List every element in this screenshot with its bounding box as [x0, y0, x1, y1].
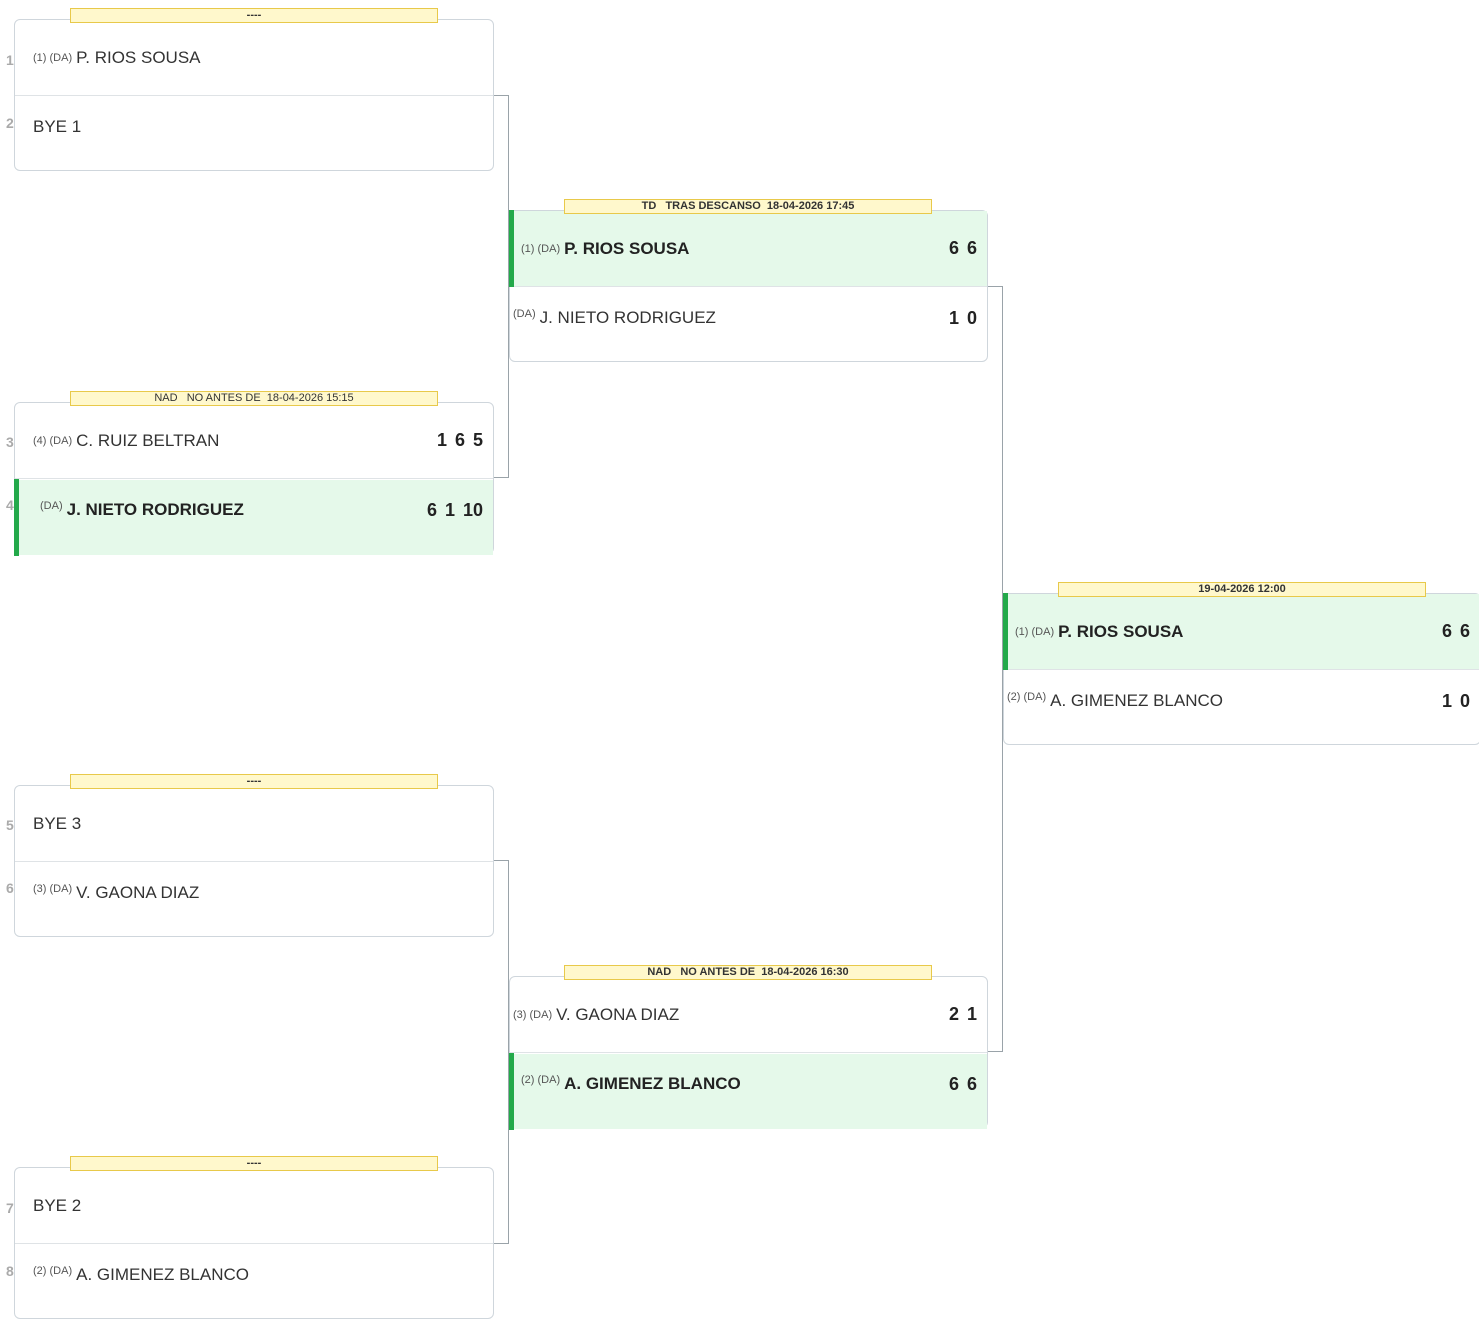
match-r1-m1[interactable]: (1) (DA) P. RIOS SOUSA BYE 1	[14, 19, 494, 171]
match-r2-m2[interactable]: (3) (DA) V. GAONA DIAZ 21 (2) (DA) A. GI…	[509, 976, 988, 1130]
score: 66	[941, 238, 977, 259]
set-score: 10	[462, 500, 483, 520]
player-seed: (3) (DA)	[33, 883, 73, 895]
match-r2-m1[interactable]: (1) (DA) P. RIOS SOUSA 66 (DA) J. NIETO …	[509, 210, 988, 362]
match-schedule-label: ----	[70, 774, 438, 789]
score: 66	[941, 1074, 977, 1095]
draw-position-8: 8	[6, 1263, 14, 1279]
player-name: J. NIETO RODRIGUEZ	[66, 500, 244, 519]
player-seed: (1) (DA)	[1015, 625, 1055, 638]
set-score: 6	[948, 1074, 959, 1094]
player-row[interactable]: BYE 3	[15, 786, 493, 862]
score: 10	[1434, 691, 1470, 712]
match-schedule-label: TD TRAS DESCANSO 18-04-2026 17:45	[564, 199, 932, 214]
set-score: 1	[948, 308, 959, 328]
score: 165	[429, 430, 483, 451]
set-score: 6	[1441, 621, 1452, 641]
player-name: V. GAONA DIAZ	[76, 883, 200, 902]
set-score: 2	[948, 1004, 959, 1024]
match-schedule-label: 19-04-2026 12:00	[1058, 582, 1426, 597]
player-seed: (4) (DA)	[33, 434, 73, 447]
score: 10	[941, 308, 977, 329]
player-row[interactable]: (1) (DA) P. RIOS SOUSA	[15, 20, 493, 96]
player-seed: (DA)	[513, 308, 536, 320]
set-score: 1	[966, 1004, 977, 1024]
match-r1-m2[interactable]: (4) (DA) C. RUIZ BELTRAN 165 (DA) J. NIE…	[14, 402, 494, 556]
player-row-winner[interactable]: (1) (DA) P. RIOS SOUSA 66	[1003, 593, 1479, 670]
player-name: P. RIOS SOUSA	[76, 47, 201, 67]
match-schedule-label: ----	[70, 8, 438, 23]
set-score: 6	[426, 500, 437, 520]
set-score: 1	[436, 430, 447, 450]
player-name: P. RIOS SOUSA	[1058, 621, 1184, 641]
player-seed: (1) (DA)	[33, 51, 73, 64]
player-row[interactable]: (DA) J. NIETO RODRIGUEZ 10	[510, 288, 987, 363]
player-name: A. GIMENEZ BLANCO	[564, 1074, 741, 1093]
set-score: 6	[966, 1074, 977, 1094]
draw-position-7: 7	[6, 1200, 14, 1216]
bracket-connector	[493, 95, 509, 478]
player-seed: (2) (DA)	[1007, 691, 1047, 703]
set-score: 6	[454, 430, 465, 450]
set-score: 0	[966, 308, 977, 328]
player-row-winner[interactable]: (1) (DA) P. RIOS SOUSA 66	[509, 210, 987, 287]
set-score: 0	[1459, 691, 1470, 711]
match-final[interactable]: (1) (DA) P. RIOS SOUSA 66 (2) (DA) A. GI…	[1003, 593, 1479, 745]
player-row[interactable]: (3) (DA) V. GAONA DIAZ	[15, 863, 493, 938]
score: 21	[941, 1004, 977, 1025]
player-name: BYE 2	[33, 1195, 82, 1215]
draw-position-4: 4	[6, 497, 14, 513]
set-score: 6	[966, 238, 977, 258]
player-name: A. GIMENEZ BLANCO	[1050, 691, 1223, 710]
player-row[interactable]: (2) (DA) A. GIMENEZ BLANCO 10	[1004, 671, 1479, 746]
player-row-winner[interactable]: (2) (DA) A. GIMENEZ BLANCO 66	[509, 1053, 987, 1130]
draw-position-2: 2	[6, 115, 14, 131]
score: 66	[1434, 621, 1470, 642]
player-row[interactable]: (3) (DA) V. GAONA DIAZ 21	[510, 977, 987, 1053]
player-name: BYE 1	[33, 117, 82, 136]
match-schedule-label: NAD NO ANTES DE 18-04-2026 15:15	[70, 391, 438, 406]
player-seed: (3) (DA)	[513, 1008, 553, 1021]
player-seed: (2) (DA)	[521, 1074, 561, 1086]
player-row[interactable]: BYE 1	[15, 97, 493, 172]
player-row-winner[interactable]: (DA) J. NIETO RODRIGUEZ 6 1 10	[14, 479, 493, 556]
player-row[interactable]: (2) (DA) A. GIMENEZ BLANCO	[15, 1245, 493, 1320]
player-seed: (2) (DA)	[33, 1265, 73, 1277]
draw-position-3: 3	[6, 434, 14, 450]
set-score: 6	[948, 238, 959, 258]
match-schedule-label: ----	[70, 1156, 438, 1171]
set-score: 5	[472, 430, 483, 450]
match-r1-m4[interactable]: BYE 2 (2) (DA) A. GIMENEZ BLANCO	[14, 1167, 494, 1319]
player-row[interactable]: BYE 2	[15, 1168, 493, 1244]
draw-position-5: 5	[6, 817, 14, 833]
score: 6 1 10	[419, 500, 483, 521]
set-score: 1	[1441, 691, 1452, 711]
player-name: A. GIMENEZ BLANCO	[76, 1265, 249, 1284]
player-name: J. NIETO RODRIGUEZ	[539, 308, 716, 327]
player-name: C. RUIZ BELTRAN	[76, 430, 220, 450]
draw-position-6: 6	[6, 880, 14, 896]
bracket-connector	[493, 860, 509, 1244]
set-score: 1	[444, 500, 455, 520]
bracket-connector	[987, 286, 1003, 1052]
player-seed: (1) (DA)	[521, 242, 561, 255]
player-name: V. GAONA DIAZ	[556, 1004, 680, 1024]
match-r1-m3[interactable]: BYE 3 (3) (DA) V. GAONA DIAZ	[14, 785, 494, 937]
match-schedule-label: NAD NO ANTES DE 18-04-2026 16:30	[564, 965, 932, 980]
player-seed: (DA)	[40, 500, 63, 512]
player-name: P. RIOS SOUSA	[564, 238, 690, 258]
player-name: BYE 3	[33, 813, 82, 833]
player-row[interactable]: (4) (DA) C. RUIZ BELTRAN 165	[15, 403, 493, 479]
draw-position-1: 1	[6, 52, 14, 68]
set-score: 6	[1459, 621, 1470, 641]
